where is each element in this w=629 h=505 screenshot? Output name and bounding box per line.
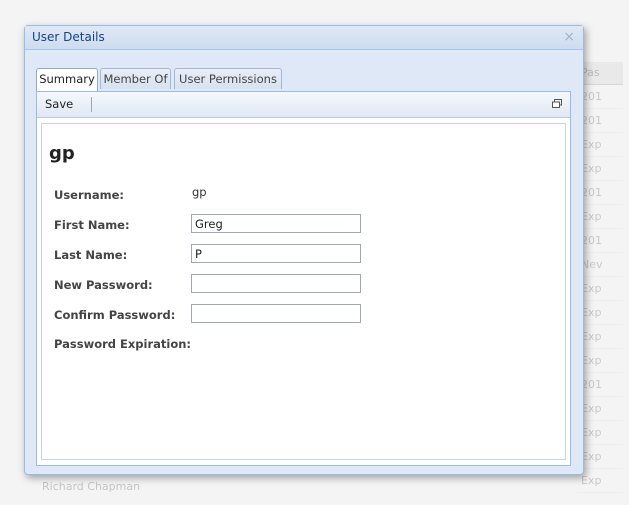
tab-summary[interactable]: Summary	[36, 68, 98, 91]
form-content: gp Username: gp First Name: Last Name: N…	[41, 123, 566, 460]
first-name-field[interactable]	[191, 214, 361, 233]
password-expiration-label: Password Expiration:	[54, 337, 192, 351]
last-name-field[interactable]	[191, 244, 361, 263]
username-label: Username:	[54, 188, 124, 202]
new-password-field[interactable]	[191, 274, 361, 293]
background-footer-text: Richard Chapman	[42, 480, 141, 493]
tab-member-of[interactable]: Member Of	[100, 68, 171, 89]
last-name-label: Last Name:	[54, 248, 128, 262]
page-title: gp	[49, 143, 75, 164]
confirm-password-field[interactable]	[191, 304, 361, 323]
tab-user-permissions[interactable]: User Permissions	[174, 68, 282, 89]
toolbar-separator	[91, 97, 92, 112]
summary-panel: Save gp Username: gp First Name: Last Na…	[36, 91, 571, 466]
dialog-header[interactable]: User Details ×	[25, 26, 583, 50]
dialog-title: User Details	[32, 30, 105, 44]
username-value: gp	[192, 185, 207, 199]
restore-window-icon[interactable]	[552, 99, 562, 108]
save-button[interactable]: Save	[45, 92, 73, 117]
new-password-label: New Password:	[54, 278, 153, 292]
background-cell: Exp	[577, 469, 623, 493]
toolbar: Save	[37, 92, 570, 118]
user-details-dialog: User Details × Summary Member Of User Pe…	[24, 25, 584, 475]
close-icon[interactable]: ×	[563, 26, 575, 49]
confirm-password-label: Confirm Password:	[54, 308, 176, 322]
first-name-label: First Name:	[54, 218, 130, 232]
